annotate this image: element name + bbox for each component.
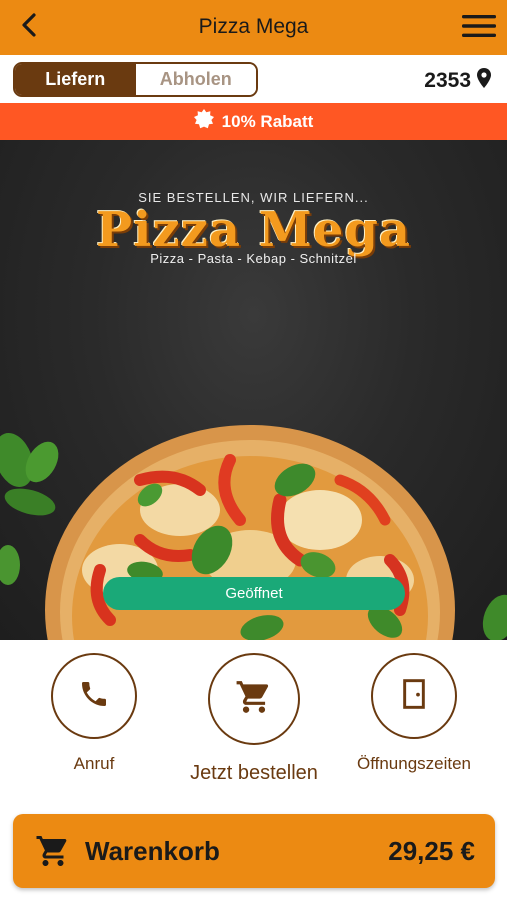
order-now-label: Jetzt bestellen (190, 762, 318, 784)
call-label: Anruf (73, 754, 115, 773)
postal-code: 2353 (424, 69, 471, 92)
hamburger-icon (462, 14, 496, 43)
call-action[interactable]: Anruf (50, 653, 138, 774)
cart-button[interactable]: Warenkorb 29,25 € (13, 814, 495, 888)
menu-button[interactable] (461, 13, 497, 43)
call-button[interactable] (51, 653, 137, 739)
cart-total: 29,25 € (388, 836, 475, 866)
hero-subtitle: Pizza - Pasta - Kebap - Schnitzel (150, 251, 357, 266)
pickup-tab[interactable]: Abholen (135, 64, 256, 95)
page-title: Pizza Mega (198, 15, 309, 38)
cart-label: Warenkorb (85, 836, 220, 866)
restaurant-logo: Pizza Mega (96, 202, 411, 258)
badge-icon (193, 109, 214, 134)
cart-icon (235, 678, 273, 721)
delivery-mode-toggle: Liefern Abholen (13, 62, 258, 97)
top-bar: Pizza Mega (0, 0, 507, 55)
deliver-tab[interactable]: Liefern (15, 64, 136, 95)
app-screen: Pizza Mega Liefern Abholen 2353 10% Raba… (0, 0, 507, 900)
opening-hours-label: Öffnungszeiten (356, 754, 472, 773)
order-now-button[interactable] (208, 653, 300, 745)
discount-text: 10% Rabatt (221, 111, 314, 131)
map-pin-icon (477, 68, 491, 94)
cart-icon (35, 833, 71, 874)
order-action[interactable]: Jetzt bestellen (190, 653, 318, 785)
discount-banner[interactable]: 10% Rabatt (0, 103, 507, 140)
hero-image: SIE BESTELLEN, WIR LIEFERN... Pizza Mega… (0, 140, 507, 640)
action-row: Anruf Jetzt bestellen Öffnungszeiten (0, 640, 507, 810)
opening-hours-action[interactable]: Öffnungszeiten (350, 653, 478, 774)
order-mode-bar: Liefern Abholen 2353 (0, 55, 507, 103)
opening-hours-button[interactable] (371, 653, 457, 739)
door-icon (400, 678, 428, 715)
phone-icon (78, 678, 110, 715)
location-selector[interactable]: 2353 (424, 68, 491, 94)
open-status-badge: Geöffnet (103, 577, 405, 610)
